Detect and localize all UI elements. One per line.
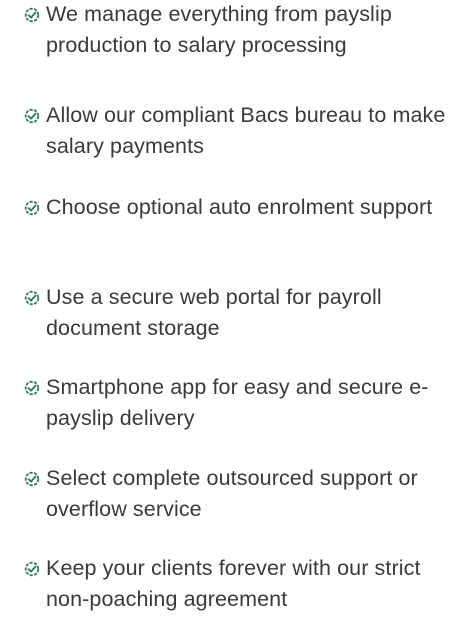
badge-check-icon [24,7,40,23]
feature-item-web-portal: Use a secure web portal for payroll docu… [24,282,469,344]
feature-text: Select complete outsourced support or ov… [46,466,418,521]
badge-check-icon [24,561,40,577]
feature-text: Keep your clients forever with our stric… [46,556,421,611]
badge-check-icon [24,108,40,124]
feature-item-smartphone-app: Smartphone app for easy and secure e-pay… [24,372,469,434]
feature-item-bacs-bureau: Allow our compliant Bacs bureau to make … [24,100,469,162]
feature-item-non-poaching: Keep your clients forever with our stric… [24,553,469,615]
feature-item-outsourced-support: Select complete outsourced support or ov… [24,463,469,525]
feature-text: Allow our compliant Bacs bureau to make … [46,103,446,158]
feature-text: Smartphone app for easy and secure e-pay… [46,375,429,430]
feature-item-payslip-production: We manage everything from payslip produc… [24,0,469,61]
badge-check-icon [24,290,40,306]
feature-text: Choose optional auto enrolment support [46,195,433,219]
badge-check-icon [24,471,40,487]
badge-check-icon [24,380,40,396]
badge-check-icon [24,200,40,216]
feature-text: Use a secure web portal for payroll docu… [46,285,382,340]
feature-text: We manage everything from payslip produc… [46,2,392,57]
feature-item-auto-enrolment: Choose optional auto enrolment support [24,192,469,223]
